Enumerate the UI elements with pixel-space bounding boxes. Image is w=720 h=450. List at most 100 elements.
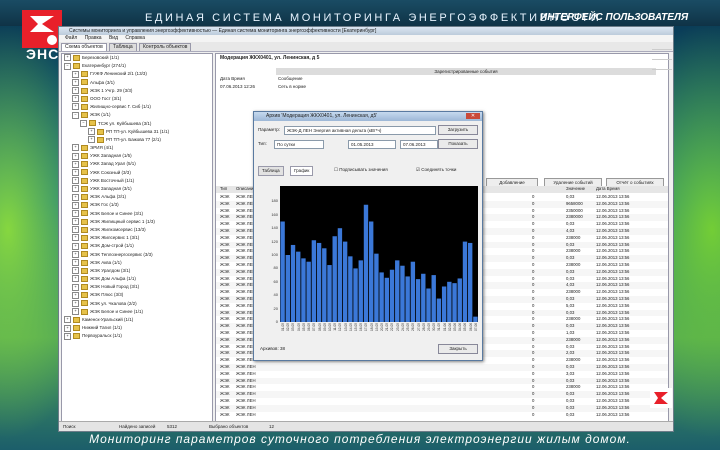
tab-control[interactable]: Контроль объектов (139, 43, 192, 51)
dialog-tab-table[interactable]: Таблица (258, 166, 284, 176)
tree-item[interactable]: + ЖЭК Теплоэнергосервис (3/3) (62, 250, 212, 259)
table-row[interactable]: ЖЭК ЖЭК ЛЕН 0 0,03 12.06.2013 13:56 (216, 398, 668, 405)
tree-item[interactable]: + РП ТП-ул. Куйбышева 31 (1/1) (62, 128, 212, 136)
table-row[interactable]: ЖЭК ЖЭК ЛЕН 0 0,03 12.06.2013 13:56 (216, 404, 668, 412)
expand-icon[interactable]: + (64, 316, 71, 324)
menu-item-edit[interactable]: Правка (85, 35, 102, 41)
expand-icon[interactable]: + (72, 259, 79, 266)
tree-item[interactable]: + ЖЭК Аква (1/1) (62, 259, 212, 267)
type-select[interactable]: По сутки (274, 140, 324, 149)
tree-item[interactable]: + Березовский (1/1) (62, 54, 212, 62)
dialog-tab-chart[interactable]: График (290, 166, 314, 176)
tree-item[interactable]: − ТСЖ ул. Куйбышева (3/1) (62, 119, 212, 128)
tree-item[interactable]: + Первоуральск (1/1) (62, 332, 212, 340)
expand-icon[interactable]: + (64, 332, 71, 340)
dialog-close-button[interactable]: Закрыть (438, 344, 478, 354)
expand-icon[interactable]: + (72, 160, 79, 168)
tree-item[interactable]: + УЖК Западная (3/1) (62, 185, 212, 193)
collapse-icon[interactable]: − (80, 119, 87, 127)
menu-item-view[interactable]: Вид (109, 35, 118, 41)
expand-icon[interactable]: + (72, 152, 79, 160)
expand-icon[interactable]: + (88, 136, 95, 144)
expand-icon[interactable]: + (88, 128, 95, 135)
expand-icon[interactable]: + (72, 308, 79, 316)
tree-item[interactable]: + Каменск-Уральский (1/1) (62, 316, 212, 324)
expand-icon[interactable]: + (72, 185, 79, 193)
tree-item[interactable]: + Альфа (3/1) (62, 78, 212, 87)
table-row[interactable]: ЖЭК ЖЭК ЛЕН 0 0,03 12.06.2013 13:56 (216, 391, 668, 398)
tree-item[interactable]: + Нижний Тагил (1/1) (62, 324, 212, 332)
menu-item-help[interactable]: Справка (125, 35, 145, 41)
expand-icon[interactable]: + (72, 209, 79, 217)
date-from-input[interactable]: 01.05.2013 (348, 140, 396, 149)
tree-item[interactable]: + ГУЖФ Ленинский 2/1 (13/3) (62, 70, 212, 78)
close-icon[interactable]: ✕ (466, 113, 480, 119)
tree-item[interactable]: + УЖК Западная (1/5) (62, 152, 212, 160)
tree-item[interactable]: + УЖК Восточный (1/1) (62, 177, 212, 185)
expand-icon[interactable]: + (72, 267, 79, 275)
table-row[interactable]: ЖЭК ЖЭК ЛЕН 0 238000 12.06.2013 13:56 (216, 384, 668, 391)
expand-icon[interactable]: + (72, 168, 79, 176)
date-to-input[interactable]: 07.06.2013 (400, 140, 438, 149)
tree-item[interactable]: + ЖЭК Альфа (3/1) (62, 193, 212, 201)
expand-icon[interactable]: + (72, 250, 79, 258)
tab-table[interactable]: Таблица (109, 43, 137, 51)
tree-item[interactable]: + ЖЭК Плюс (3/3) (62, 291, 212, 299)
expand-icon[interactable]: + (72, 283, 79, 291)
param-select[interactable]: ЖЭК-Д ЛЕН Энергия активная дельта (кВт*ч… (284, 126, 436, 135)
expand-icon[interactable]: + (72, 177, 79, 185)
tree-item[interactable]: + ЖЭК ул. Чкалова (2/2) (62, 299, 212, 308)
tree-item[interactable]: + ЖЭК Уралдом (3/1) (62, 267, 212, 275)
tree-item[interactable]: + ЖЭК Жилсервис 1 (3/1) (62, 234, 212, 242)
menu-item-file[interactable]: Файл (65, 35, 77, 41)
expand-icon[interactable]: + (72, 291, 79, 299)
event-message[interactable]: Сеть в норме (278, 84, 306, 89)
tree-item[interactable]: + ЖЭК Новый Город (3/1) (62, 283, 212, 291)
collapse-icon[interactable]: − (72, 111, 79, 119)
object-tree[interactable]: + Березовский (1/1) − Екатеринбург (274/1) +… (61, 53, 213, 423)
table-row[interactable]: ЖЭК ЖЭК ЛЕН 0 0,03 12.06.2013 13:56 (216, 412, 668, 419)
tree-item[interactable]: + УЖК Запад Урал (5/1) (62, 160, 212, 168)
show-button[interactable]: Показать (438, 139, 478, 149)
expand-icon[interactable]: + (72, 201, 79, 209)
expand-icon[interactable]: + (72, 78, 79, 86)
tree-item[interactable]: − ЖЭК (1/1) (62, 111, 212, 119)
expand-icon[interactable]: + (72, 193, 79, 201)
event-datetime[interactable]: 07.06.2013 12:26 (220, 84, 255, 89)
expand-icon[interactable]: + (72, 103, 79, 111)
expand-icon[interactable]: + (72, 242, 79, 250)
tree-item[interactable]: + РП ТП-ул. Бажова 77 (2/1) (62, 136, 212, 144)
tab-scheme[interactable]: Схема объектов (61, 43, 107, 51)
expand-icon[interactable]: + (72, 234, 79, 242)
tree-item[interactable]: + ООО Гост (3/1) (62, 95, 212, 103)
tree-item[interactable]: + ЭРИЯ (4/1) (62, 144, 212, 152)
expand-icon[interactable]: + (72, 95, 79, 103)
tree-item[interactable]: + УЖК Союзный (3/3) (62, 168, 212, 177)
collapse-icon[interactable]: − (64, 62, 71, 70)
table-row[interactable]: ЖЭК ЖЭК ЛЕН 0 0,03 12.06.2013 13:56 (216, 377, 668, 385)
expand-icon[interactable]: + (64, 54, 71, 62)
tree-item[interactable]: + ЖЭК Жилкомсервис (13/3) (62, 226, 212, 234)
checkbox-connect[interactable]: ☑ Соединять точки (416, 167, 456, 173)
expand-icon[interactable]: + (72, 218, 79, 226)
table-row[interactable]: ЖЭК ЖЭК ЛЕН 0 3,03 12.06.2013 13:56 (216, 371, 668, 378)
tree-item[interactable]: + Жилищно-сервис Г. Сиб (1/1) (62, 103, 212, 111)
expand-icon[interactable]: + (64, 324, 71, 332)
tree-item[interactable]: − Екатеринбург (274/1) (62, 62, 212, 70)
tree-item[interactable]: + ЖЭК Дом-строй (1/1) (62, 242, 212, 250)
expand-icon[interactable]: + (72, 70, 79, 78)
checkbox-labels[interactable]: ☐ Подписывать значения (334, 167, 388, 173)
expand-icon[interactable]: + (72, 87, 79, 95)
tree-item[interactable]: + ЖЭК Дом Альфа (1/1) (62, 275, 212, 283)
expand-icon[interactable]: + (72, 299, 79, 307)
expand-icon[interactable]: + (72, 275, 79, 283)
tree-item[interactable]: + ЖЭК Гос (1/3) (62, 201, 212, 209)
tree-item[interactable]: + ЖЭК 1 Учгр. 29 (3/3) (62, 87, 212, 95)
table-row[interactable]: ЖЭК ЖЭК ЛЕН 0 0,03 12.06.2013 13:56 (216, 364, 668, 371)
load-button[interactable]: Загрузить (438, 125, 478, 135)
tree-item[interactable]: + ЖЭК Белое и Синее (1/1) (62, 308, 212, 316)
expand-icon[interactable]: + (72, 144, 79, 152)
expand-icon[interactable]: + (72, 226, 79, 234)
tree-item[interactable]: + ЖЭК Жилищный сервис 1 (1/3) (62, 218, 212, 226)
tree-item[interactable]: + ЖЭК Белое и Синее (3/1) (62, 209, 212, 218)
